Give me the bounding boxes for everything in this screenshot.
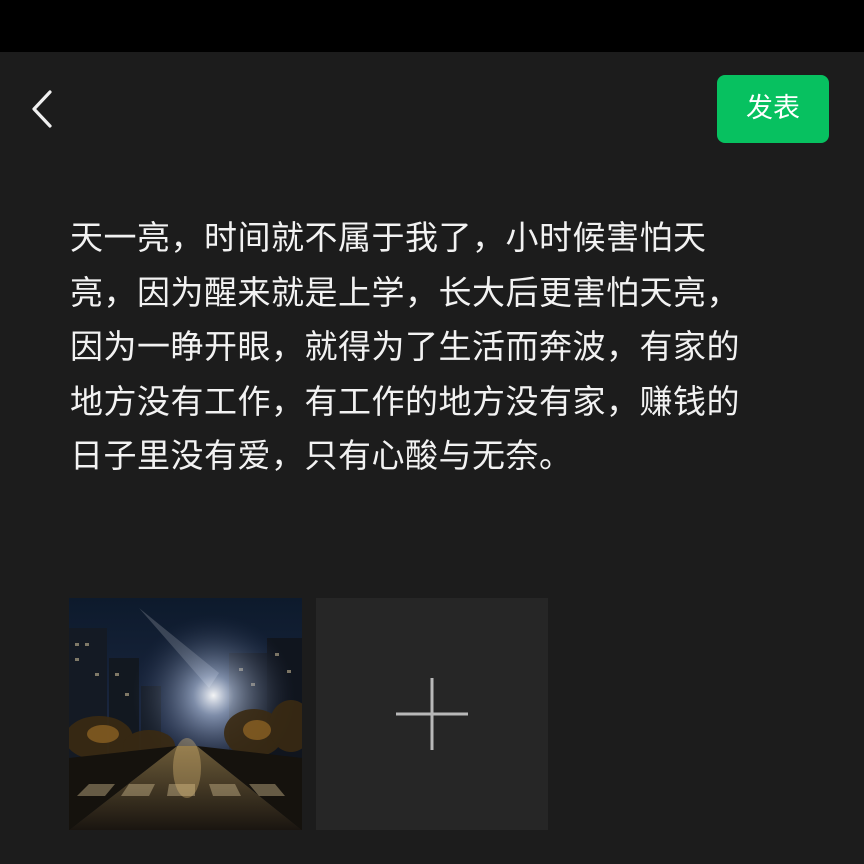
night-street-photo (69, 598, 302, 830)
attached-photo[interactable] (69, 598, 302, 830)
publish-button[interactable]: 发表 (717, 75, 829, 143)
back-button[interactable] (22, 86, 62, 132)
post-text-input[interactable]: 天一亮，时间就不属于我了，小时候害怕天亮，因为醒来就是上学，长大后更害怕天亮，因… (70, 211, 770, 484)
status-bar (0, 0, 864, 52)
add-photo-button[interactable] (316, 598, 548, 830)
chevron-left-icon (32, 90, 52, 128)
plus-icon (396, 678, 468, 750)
